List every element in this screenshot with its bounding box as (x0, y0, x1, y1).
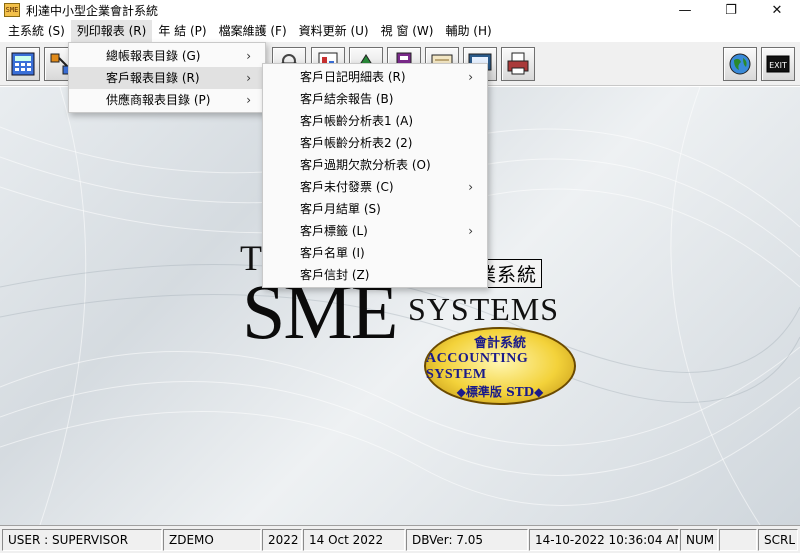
menu-item-label: 客戶帳齡分析表1 (A) (300, 114, 414, 128)
menu-item-label: 總帳報表目錄 (G) (106, 49, 201, 63)
status-scroll-lock: SCRL (758, 529, 798, 551)
close-button[interactable]: ✕ (754, 0, 800, 20)
status-dbver: DBVer: 7.05 (406, 529, 528, 551)
menu-main-system[interactable]: 主系統 (S) (2, 20, 71, 42)
menu-file-maintenance[interactable]: 檔案維護 (F) (213, 20, 293, 42)
submenu-arrow-icon: › (246, 71, 251, 85)
menu-item-label: 客戶標籤 (L) (300, 224, 368, 238)
menu-item-customer-reports[interactable]: 客戶報表目錄 (R) › (69, 67, 265, 89)
svg-text:EXIT: EXIT (769, 61, 787, 70)
exit-icon: EXIT (766, 55, 790, 73)
menu-window[interactable]: 視 窗 (W) (375, 20, 440, 42)
menu-help[interactable]: 輔助 (H) (439, 20, 497, 42)
submenu-arrow-icon: › (468, 70, 473, 84)
status-datetime: 14-10-2022 10:36:04 AM (529, 529, 679, 551)
menu-item-customer-envelope[interactable]: 客戶信封 (Z) (263, 264, 487, 286)
menu-item-label: 客戶信封 (Z) (300, 268, 370, 282)
menu-item-customer-list[interactable]: 客戶名單 (I) (263, 242, 487, 264)
menu-data-update[interactable]: 資料更新 (U) (293, 20, 375, 42)
accounting-system-badge: 會計系統 ACCOUNTING SYSTEM ◆標準版 STD◆ (424, 327, 576, 405)
menu-item-label: 客戶未付發票 (C) (300, 180, 394, 194)
submenu-arrow-icon: › (246, 49, 251, 63)
badge-line-chinese: 會計系統 (473, 336, 526, 351)
menu-item-label: 客戶結余報告 (B) (300, 92, 394, 106)
menu-item-customer-aging-2[interactable]: 客戶帳齡分析表2 (2) (263, 132, 487, 154)
badge-line-edition: ◆標準版 STD◆ (456, 385, 544, 399)
app-icon: SME (4, 3, 20, 17)
window-title: 利達中小型企業會計系統 (26, 3, 159, 18)
menu-item-label: 客戶月結單 (S) (300, 202, 381, 216)
menu-item-customer-journal-detail[interactable]: 客戶日記明細表 (R) › (263, 66, 487, 88)
menu-print-reports[interactable]: 列印報表 (R) (70, 20, 153, 42)
title-bar: SME 利達中小型企業會計系統 — ❐ ✕ (0, 0, 800, 20)
print-reports-menu: 總帳報表目錄 (G) › 客戶報表目錄 (R) › 供應商報表目錄 (P) › (68, 42, 266, 113)
submenu-arrow-icon: › (468, 180, 473, 194)
status-company: ZDEMO (163, 529, 261, 551)
menu-item-customer-statement[interactable]: 客戶月結單 (S) (263, 198, 487, 220)
menu-item-customer-unpaid-invoices[interactable]: 客戶未付發票 (C) › (263, 176, 487, 198)
toolbar-calculator-button[interactable] (6, 47, 40, 81)
status-date: 14 Oct 2022 (303, 529, 405, 551)
maximize-button[interactable]: ❐ (708, 0, 754, 20)
menu-item-customer-overdue-analysis[interactable]: 客戶過期欠款分析表 (O) (263, 154, 487, 176)
menu-item-label: 客戶報表目錄 (R) (106, 71, 200, 85)
menu-item-label: 客戶過期欠款分析表 (O) (300, 158, 431, 172)
menu-year-end[interactable]: 年 結 (P) (152, 20, 212, 42)
toolbar-printer-button[interactable] (501, 47, 535, 81)
splash-systems-text: SYSTEMS (408, 291, 560, 327)
menu-item-label: 客戶日記明細表 (R) (300, 70, 406, 84)
menu-item-label: 客戶名單 (I) (300, 246, 365, 260)
toolbar-globe-button[interactable] (723, 47, 757, 81)
menu-item-customer-aging-1[interactable]: 客戶帳齡分析表1 (A) (263, 110, 487, 132)
printer-icon (507, 52, 529, 75)
submenu-arrow-icon: › (246, 93, 251, 107)
status-bar: USER : SUPERVISOR ZDEMO 2022 14 Oct 2022… (0, 525, 800, 553)
menu-item-customer-labels[interactable]: 客戶標籤 (L) › (263, 220, 487, 242)
status-year: 2022 (262, 529, 302, 551)
menu-item-customer-balance-report[interactable]: 客戶結余報告 (B) (263, 88, 487, 110)
menu-item-label: 供應商報表目錄 (P) (106, 93, 211, 107)
menu-bar: 主系統 (S) 列印報表 (R) 年 結 (P) 檔案維護 (F) 資料更新 (… (0, 20, 800, 42)
status-caps-lock (719, 529, 757, 551)
minimize-button[interactable]: — (662, 0, 708, 20)
menu-item-supplier-reports[interactable]: 供應商報表目錄 (P) › (69, 89, 265, 111)
menu-item-label: 客戶帳齡分析表2 (2) (300, 136, 413, 150)
customer-reports-menu: 客戶日記明細表 (R) › 客戶結余報告 (B) 客戶帳齡分析表1 (A) 客戶… (262, 63, 488, 288)
globe-icon (729, 53, 751, 75)
window-controls: — ❐ ✕ (662, 0, 800, 20)
submenu-arrow-icon: › (468, 224, 473, 238)
status-num-lock: NUM (680, 529, 718, 551)
toolbar-exit-button[interactable]: EXIT (761, 47, 795, 81)
badge-line-english: ACCOUNTING SYSTEM (426, 351, 529, 382)
calculator-icon (11, 52, 35, 76)
menu-item-gl-reports[interactable]: 總帳報表目錄 (G) › (69, 45, 265, 67)
status-user: USER : SUPERVISOR (2, 529, 162, 551)
